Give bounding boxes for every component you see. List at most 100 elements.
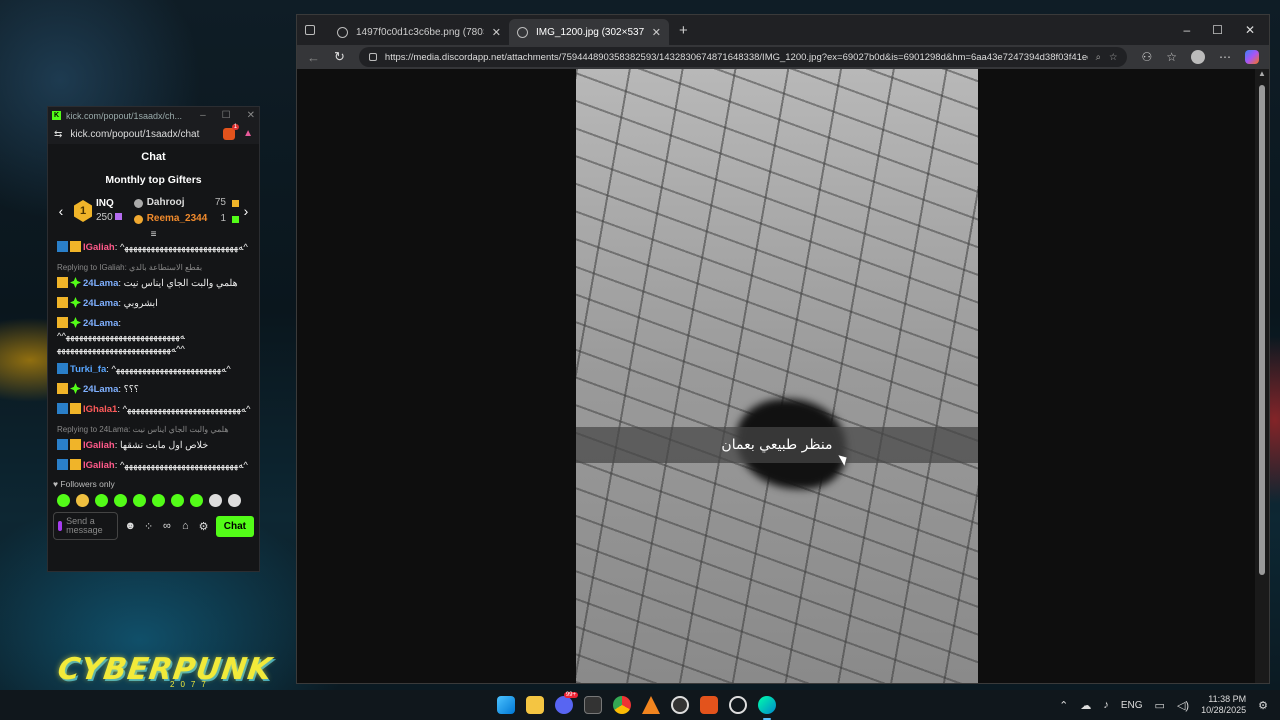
rewards-icon[interactable]: ▲ <box>243 128 253 140</box>
followers-only-notice: ♥ Followers only <box>53 479 115 489</box>
chat-username[interactable]: 24Lama <box>83 384 118 395</box>
chat-username[interactable]: 24Lama <box>83 318 118 329</box>
chat-username[interactable]: IGhala1 <box>83 404 117 415</box>
chrome-icon[interactable] <box>613 696 631 714</box>
browser-window: 1497f0c0d1c3c6be.png (780×43 ✕ IMG_1200.… <box>296 14 1270 684</box>
close-icon[interactable]: ✕ <box>1245 23 1255 37</box>
emote-icon[interactable] <box>190 494 203 507</box>
gear-icon[interactable]: ⚙ <box>197 520 209 533</box>
tab-1[interactable]: 1497f0c0d1c3c6be.png (780×43 ✕ <box>329 19 509 45</box>
kick-url[interactable]: kick.com/popout/1saadx/chat <box>70 129 199 140</box>
reply-context[interactable]: Replying to 24Lama: هلمي والبت الجاي اين… <box>57 423 251 436</box>
new-tab-icon[interactable]: + <box>679 22 688 39</box>
gifter-3-name[interactable]: Reema_2344 <box>147 211 208 227</box>
scroll-up-icon[interactable]: ▲ <box>1255 69 1269 81</box>
next-arrow-icon[interactable]: › <box>239 203 253 219</box>
start-icon[interactable] <box>497 696 515 714</box>
chat-username[interactable]: IGaliah <box>83 242 115 253</box>
sub-badge-icon <box>70 277 81 288</box>
image-content[interactable]: منظر طبيعي بعمان <box>576 69 978 683</box>
back-icon[interactable]: ← <box>307 50 320 65</box>
brave-shield-icon[interactable]: 1 <box>223 124 240 140</box>
minimize-icon[interactable]: – <box>200 110 206 121</box>
emote-icon[interactable] <box>95 494 108 507</box>
emote-icon[interactable] <box>114 494 127 507</box>
chat-message: Replying to 24Lama: هلمي والبت الجاي اين… <box>57 423 251 452</box>
url-text: https://media.discordapp.net/attachments… <box>384 51 1088 63</box>
copilot-icon[interactable] <box>1245 50 1259 64</box>
chat-message: Turki_fa: ^ﻪﻬﻬﻬﻬﻬﻬﻬﻬﻬﻬﻬﻬﻬﻬﻬﻬﻬﻬﻬﻬﻬﻬﻬﻬ^ <box>57 363 251 376</box>
chat-username[interactable]: Turki_fa <box>70 364 106 375</box>
vertical-scrollbar[interactable]: ▲ <box>1255 69 1269 683</box>
microphone-icon[interactable]: ♪ <box>1103 699 1109 711</box>
url-field[interactable]: https://media.discordapp.net/attachments… <box>358 47 1128 67</box>
chat-username[interactable]: 24Lama <box>83 278 118 289</box>
chat-message: IGhala1: ^ﻪﻬﻬﻬﻬﻬﻬﻬﻬﻬﻬﻬﻬﻬﻬﻬﻬﻬﻬﻬﻬﻬﻬﻬﻬﻬﻬ^ <box>57 403 251 416</box>
emote-icon[interactable] <box>228 494 241 507</box>
minimize-icon[interactable]: – <box>1183 23 1190 37</box>
onedrive-icon[interactable]: ☁ <box>1080 699 1091 712</box>
menu-icon[interactable]: ⋯ <box>1219 50 1231 64</box>
brave-icon[interactable] <box>700 696 718 714</box>
address-bar: ← ↻ https://media.discordapp.net/attachm… <box>297 45 1269 69</box>
chat-username[interactable]: IGaliah <box>83 460 115 471</box>
emote-picker-icon[interactable]: ☻ <box>124 520 136 532</box>
emote-icon[interactable] <box>209 494 222 507</box>
volume-icon[interactable]: ◁) <box>1177 699 1189 712</box>
emote-icon[interactable] <box>152 494 165 507</box>
zoom-icon[interactable]: ⌕ <box>1096 52 1101 63</box>
close-tab-icon[interactable]: ✕ <box>652 26 661 39</box>
file-explorer-icon[interactable] <box>526 696 544 714</box>
clock[interactable]: 11:38 PM 10/28/2025 <box>1201 694 1246 716</box>
chat-username[interactable]: IGaliah <box>83 440 115 451</box>
chat-username[interactable]: 24Lama <box>83 298 118 309</box>
site-settings-icon[interactable]: ⇆ <box>54 129 62 140</box>
message-input[interactable]: Send a message <box>53 512 119 540</box>
discord-icon[interactable]: 99+ <box>555 692 578 714</box>
close-icon[interactable]: ✕ <box>247 110 255 121</box>
prev-arrow-icon[interactable]: ‹ <box>54 203 68 219</box>
sub-badge-icon <box>70 317 81 328</box>
kick-window-title: kick.com/popout/1saadx/ch... <box>66 110 183 121</box>
chevron-up-icon[interactable]: ⌃ <box>1059 699 1068 712</box>
emote-icon[interactable] <box>133 494 146 507</box>
network-icon[interactable]: ▭ <box>1155 699 1165 712</box>
top-gifter-name[interactable]: INQ <box>96 197 122 211</box>
emote-icon[interactable] <box>76 494 89 507</box>
obs-icon[interactable] <box>671 696 689 714</box>
gifter-2-name[interactable]: Dahrooj <box>147 195 185 211</box>
notification-icon[interactable]: ⚙ <box>1258 699 1268 712</box>
favorites-icon[interactable]: ☆ <box>1166 50 1177 64</box>
chat-text: خلاص اول مابت نشقها <box>119 440 209 451</box>
tab-actions-icon[interactable] <box>305 25 315 35</box>
terminal-icon[interactable] <box>584 696 602 714</box>
scroll-thumb[interactable] <box>1259 85 1265 575</box>
infinity-icon[interactable]: ∞ <box>161 520 173 532</box>
mic-icon[interactable] <box>58 521 63 531</box>
store-icon[interactable]: ⌂ <box>179 520 191 532</box>
refresh-icon[interactable]: ↻ <box>334 49 345 65</box>
sync-app-icon[interactable] <box>729 696 747 714</box>
tab-2[interactable]: IMG_1200.jpg (302×537) ✕ <box>509 19 669 45</box>
language-indicator[interactable]: ENG <box>1121 700 1143 711</box>
kick-titlebar: K kick.com/popout/1saadx/ch... – ☐ ✕ <box>48 107 259 124</box>
maximize-icon[interactable]: ☐ <box>1212 23 1223 37</box>
emote-icon[interactable] <box>57 494 70 507</box>
maximize-icon[interactable]: ☐ <box>222 110 231 121</box>
crown-badge-icon <box>70 439 81 450</box>
extensions-icon[interactable]: ⚇ <box>1141 50 1152 64</box>
chat-text: ابشروبي <box>123 298 158 309</box>
edge-icon[interactable] <box>758 696 776 720</box>
emote-icon[interactable] <box>171 494 184 507</box>
profile-avatar[interactable] <box>1191 50 1205 64</box>
close-tab-icon[interactable]: ✕ <box>492 26 501 39</box>
verified-badge-icon <box>57 459 68 470</box>
gift-icon[interactable]: ⁘ <box>142 520 154 533</box>
pinned-collapse-icon[interactable]: ≡ <box>48 230 259 240</box>
star-icon[interactable]: ☆ <box>1109 52 1118 63</box>
chat-send-button[interactable]: Chat <box>215 515 255 537</box>
reply-context[interactable]: Replying to IGaliah: بقطع الاستطاعة بالد… <box>57 261 251 274</box>
lock-icon[interactable] <box>368 53 377 61</box>
chat-text: هلمي والبت الجاي ايناس نيت <box>123 278 238 289</box>
vlc-icon[interactable] <box>642 696 660 714</box>
